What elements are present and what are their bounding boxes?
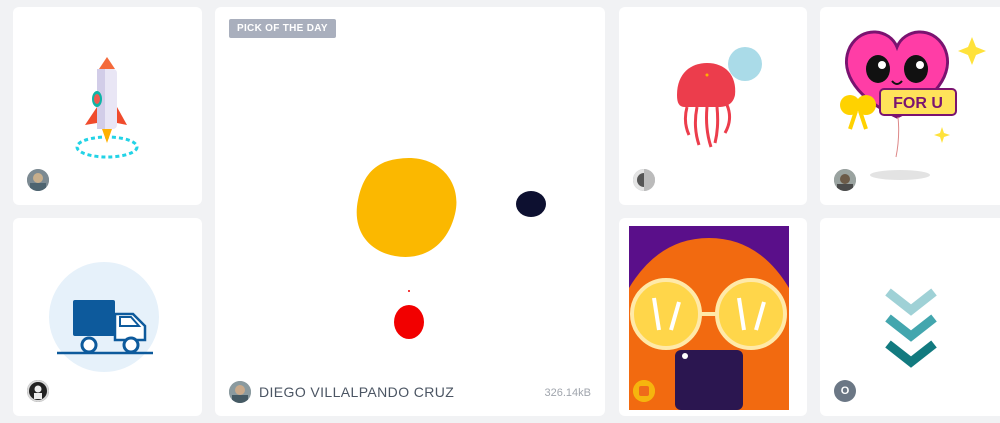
author-avatar[interactable]: O [834,380,856,402]
card-glasses[interactable] [619,218,807,416]
avatar-icon [834,169,856,191]
abstract-blobs-icon [356,157,546,339]
card-truck[interactable] [13,218,202,416]
card-featured[interactable]: PICK OF THE DAY DIEGO VILLALPANDO CRUZ 3… [215,7,605,416]
for-u-text: FOR U [893,95,943,112]
author-avatar[interactable] [229,381,251,403]
card-chevrons[interactable]: O [820,218,1000,416]
card-jellyfish[interactable] [619,7,807,205]
author-avatar[interactable] [27,380,49,402]
avatar-icon [27,380,49,402]
card-heart[interactable]: FOR U [820,7,1000,205]
avatar-icon [229,381,251,403]
file-size: 326.14kB [544,387,591,399]
avatar-icon [633,380,655,402]
author-avatar[interactable] [633,169,655,191]
card-rocket[interactable] [13,7,202,205]
author-avatar[interactable] [633,380,655,402]
author-name[interactable]: DIEGO VILLALPANDO CRUZ [259,384,454,400]
avatar-icon [633,169,655,191]
avatar-icon [27,169,49,191]
author-avatar[interactable] [834,169,856,191]
author-avatar[interactable] [27,169,49,191]
